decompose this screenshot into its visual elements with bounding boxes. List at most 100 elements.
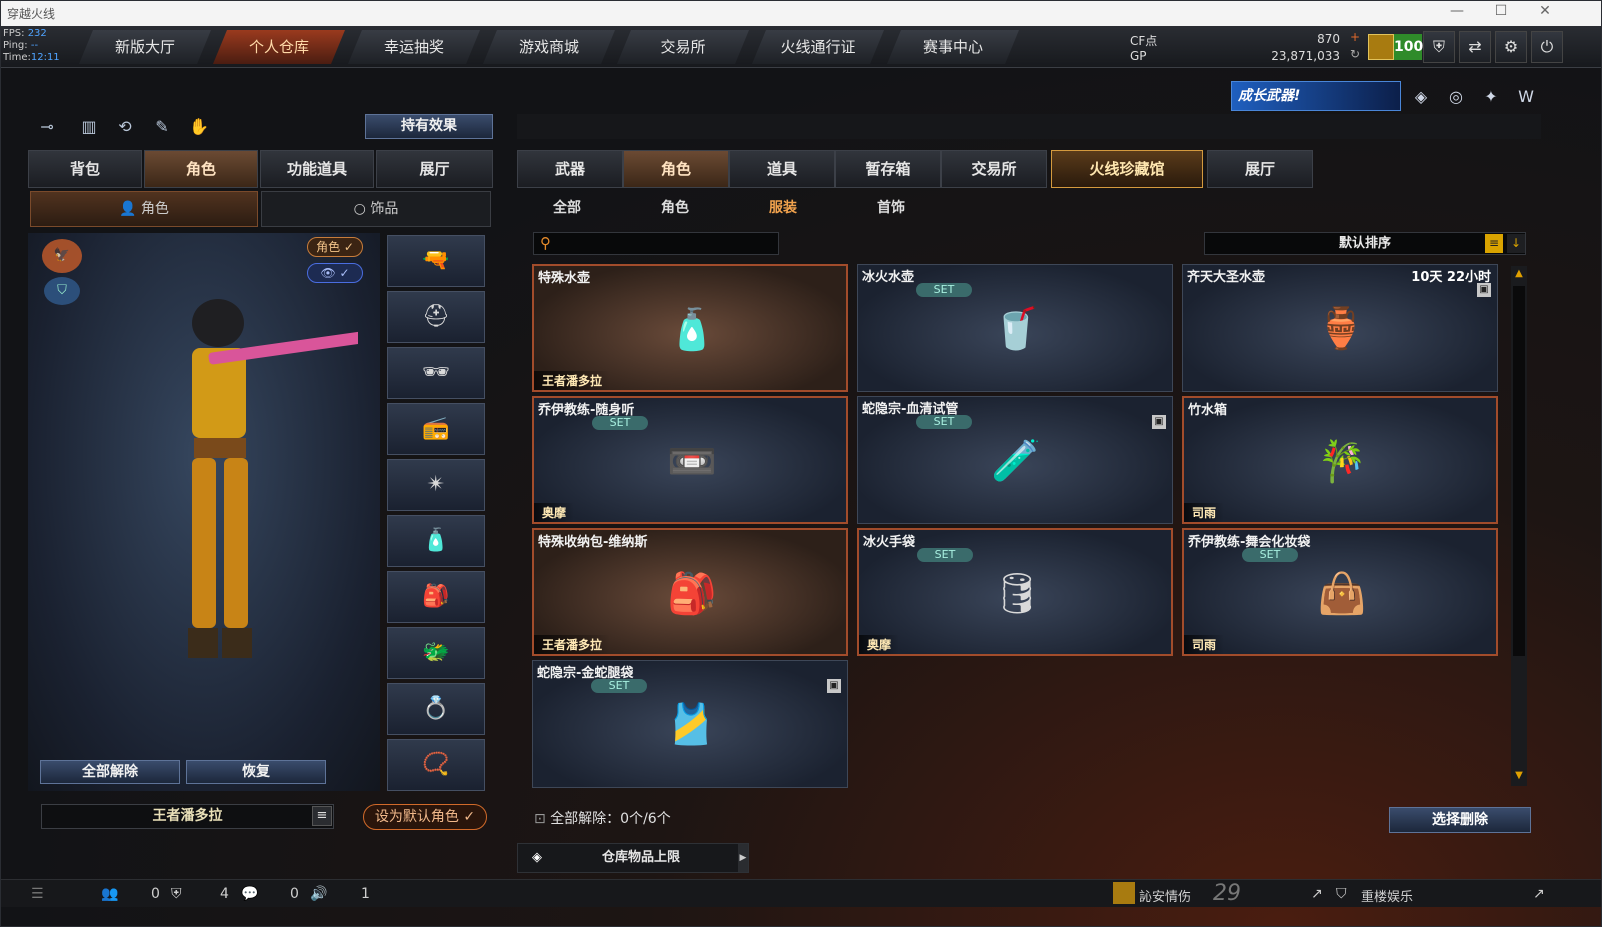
performance-stats: FPS: 232 Ping: -- Time:12:11 <box>3 28 60 64</box>
lock-icon[interactable]: ▣ <box>827 679 841 693</box>
lock-icon[interactable]: ▣ <box>1152 415 1166 429</box>
item-card[interactable]: 特殊水壶 🧴 王者潘多拉 <box>532 264 848 392</box>
search-input[interactable]: ⚲ <box>533 232 779 255</box>
slot-mask[interactable]: 🐲 <box>387 627 485 679</box>
user-edit-icon[interactable]: ✎ <box>148 117 176 141</box>
item-card[interactable]: 齐天大圣水壶 10天 22小时 ▣ 🏺 <box>1182 264 1498 392</box>
restore-button[interactable]: 恢复 <box>186 760 326 784</box>
tab-roles[interactable]: 角色 <box>623 150 729 188</box>
role-toggle-pill[interactable]: 角色 ✓ <box>307 237 363 257</box>
subtab-accessories[interactable]: ○ 饰品 <box>261 191 491 227</box>
item-scrollbar[interactable]: ▲ ▼ <box>1511 266 1527 786</box>
tab-backpack[interactable]: 背包 <box>28 150 142 188</box>
scroll-thumb[interactable] <box>1513 286 1525 656</box>
tab-trade[interactable]: 交易所 <box>941 150 1047 188</box>
external-icon[interactable]: ↗ <box>1311 886 1323 902</box>
scroll-up-icon[interactable]: ▲ <box>1511 268 1527 282</box>
list-icon[interactable]: ☰ <box>31 886 44 902</box>
hand-icon[interactable]: ✋ <box>185 117 213 141</box>
subtab-clothing[interactable]: 服装 <box>733 197 833 217</box>
chat-icon[interactable]: 💬 <box>241 886 258 902</box>
power-icon[interactable]: ⏻ <box>1531 31 1563 63</box>
item-card[interactable]: 乔伊教练-舞会化妆袋 SET 👜 司雨 <box>1182 528 1498 656</box>
item-card[interactable]: 竹水箱 🎋 司雨 <box>1182 396 1498 524</box>
shield-icon[interactable]: ⛨ <box>1423 31 1455 63</box>
sort-direction-icon[interactable]: ↓ <box>1507 234 1525 253</box>
maximize-button[interactable]: ☐ <box>1481 3 1521 19</box>
nav-tab-exchange[interactable]: 交易所 <box>617 30 749 64</box>
character-preview[interactable]: 🦅 ⛉ <box>28 233 380 791</box>
select-delete-button[interactable]: 选择删除 <box>1389 807 1531 833</box>
tab-hall[interactable]: 展厅 <box>1207 150 1313 188</box>
tab-weapons[interactable]: 武器 <box>517 150 623 188</box>
nav-tab-shop[interactable]: 游戏商城 <box>483 30 615 64</box>
nav-tab-lobby[interactable]: 新版大厅 <box>79 30 211 64</box>
nav-tab-events[interactable]: 赛事中心 <box>887 30 1019 64</box>
slot-ring[interactable]: 💍 <box>387 683 485 735</box>
tab-function-items[interactable]: 功能道具 <box>260 150 374 188</box>
hold-effect-button[interactable]: 持有效果 <box>365 114 493 139</box>
item-card[interactable]: 冰火水壶 SET 🥤 <box>857 264 1173 392</box>
volume-icon[interactable]: 🔊 <box>310 886 327 902</box>
menu-icon[interactable]: ≡ <box>312 806 332 826</box>
subtab-all[interactable]: 全部 <box>517 197 617 217</box>
user2-name[interactable]: 重楼娱乐 <box>1361 886 1413 905</box>
subtab-character[interactable]: 👤 角色 <box>30 191 258 227</box>
unequip-all-button[interactable]: 全部解除 <box>40 760 180 784</box>
nav-tab-pass[interactable]: 火线通行证 <box>752 30 884 64</box>
sort-dropdown[interactable]: 默认排序 <box>1204 232 1526 255</box>
slot-emblem[interactable]: ✴ <box>387 459 485 511</box>
badge-icon[interactable]: ◈ <box>1409 85 1433 109</box>
item-card[interactable]: 冰火手袋 SET 🛢 奥摩 <box>857 528 1173 656</box>
nav-tab-lottery[interactable]: 幸运抽奖 <box>348 30 480 64</box>
slot-weapon[interactable]: 🔫 <box>387 235 485 287</box>
refresh-icon[interactable]: ↻ <box>1350 47 1360 61</box>
globe-icon[interactable]: ◎ <box>1444 85 1468 109</box>
external-link-icon[interactable]: ↗ <box>1533 886 1545 902</box>
tab-storage[interactable]: 暂存箱 <box>835 150 941 188</box>
friends-icon[interactable]: 👥 <box>101 886 118 902</box>
minimize-button[interactable]: — <box>1437 3 1477 19</box>
growth-weapon-banner[interactable]: 成长武器! <box>1231 81 1401 111</box>
tab-items[interactable]: 道具 <box>729 150 835 188</box>
slot-helmet[interactable]: ⛑ <box>387 291 485 343</box>
slot-bag[interactable]: 🎒 <box>387 571 485 623</box>
ping-label: Ping: <box>3 40 28 51</box>
team-icon[interactable]: ⛉ <box>44 277 80 305</box>
star-icon[interactable]: ✦ <box>1479 85 1503 109</box>
item-card[interactable]: 蛇隐宗-金蛇腿袋 SET ▣ 🎽 <box>532 660 848 788</box>
scroll-down-icon[interactable]: ▼ <box>1511 770 1527 784</box>
item-card[interactable]: 乔伊教练-随身听 SET 📼 奥摩 <box>532 396 848 524</box>
lock-icon[interactable]: ▣ <box>1477 283 1491 297</box>
chart-icon[interactable]: ▥ <box>75 117 103 141</box>
slot-glasses[interactable]: 🕶 <box>387 347 485 399</box>
tab-showroom[interactable]: 展厅 <box>376 150 493 188</box>
expand-icon[interactable]: ▶ <box>738 844 748 872</box>
wing-icon[interactable]: W <box>1514 85 1538 109</box>
item-card[interactable]: 特殊收纳包-维纳斯 🎒 王者潘多拉 <box>532 528 848 656</box>
key-icon[interactable]: ⊸ <box>33 117 61 141</box>
view-toggle-pill[interactable]: 👁 ✓ <box>307 263 363 283</box>
gear-icon[interactable]: ⚙ <box>1495 31 1527 63</box>
subtab-jewelry[interactable]: 首饰 <box>841 197 941 217</box>
list-view-icon[interactable]: ≡ <box>1485 234 1503 253</box>
item-image-icon: 🎋 <box>1317 439 1367 485</box>
subtab-roles[interactable]: 角色 <box>625 197 725 217</box>
camp-icon[interactable]: 🦅 <box>42 239 82 273</box>
character-name-field[interactable]: 王者潘多拉 <box>41 804 334 829</box>
history-icon[interactable]: ⟲ <box>111 117 139 141</box>
slot-radio[interactable]: 📻 <box>387 403 485 455</box>
capacity-bar[interactable]: ◈ 仓库物品上限 ▶ <box>517 843 749 873</box>
item-card[interactable]: 蛇隐宗-血清试管 SET ▣ 🧪 <box>857 396 1173 524</box>
slot-bottle[interactable]: 🧴 <box>387 515 485 567</box>
cf-add-icon[interactable]: + <box>1350 30 1360 44</box>
close-button[interactable]: ✕ <box>1525 3 1565 19</box>
user1-name[interactable]: 訫安情伤 <box>1139 886 1191 905</box>
nav-tab-warehouse[interactable]: 个人仓库 <box>213 30 345 64</box>
tab-collection[interactable]: 火线珍藏馆 <box>1051 150 1203 188</box>
switch-icon[interactable]: ⇄ <box>1459 31 1491 63</box>
set-default-character-button[interactable]: 设为默认角色 ✓ <box>363 804 487 830</box>
clan-icon[interactable]: ⛨ <box>171 886 182 902</box>
slot-bracelet[interactable]: 📿 <box>387 739 485 791</box>
tab-character[interactable]: 角色 <box>144 150 258 188</box>
